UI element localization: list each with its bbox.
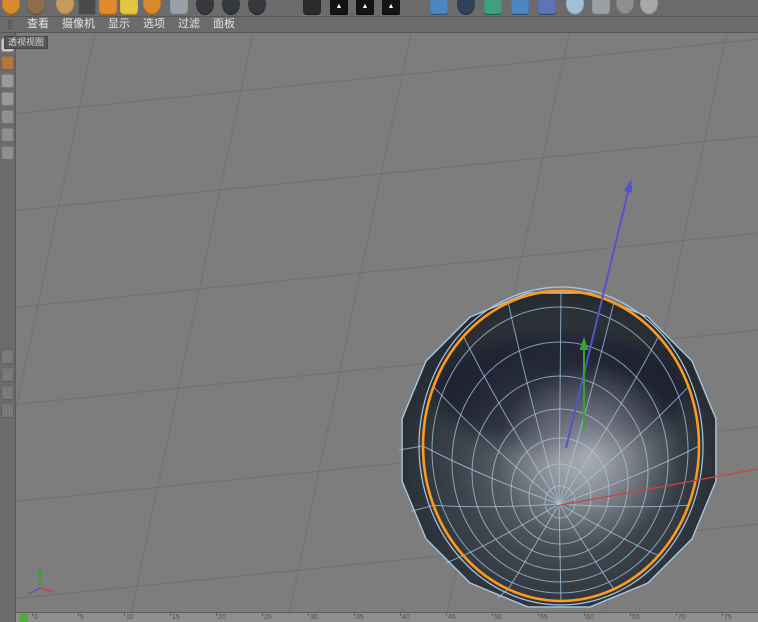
timeline-ruler[interactable]: 0 5 10 15 20 25 30 35 40 45 50 55 60 65 70 75 — [16, 612, 758, 622]
timeline-tick: 15 — [172, 614, 180, 622]
workplane-snap-icon[interactable] — [1, 404, 14, 418]
timeline-tick: 10 — [126, 614, 134, 622]
polygon-mode-icon[interactable] — [1, 146, 14, 160]
timeline-tick: 30 — [310, 614, 318, 622]
menu-grip-icon[interactable]: ⣿ — [3, 20, 17, 29]
menu-display[interactable]: 显示 — [108, 17, 130, 32]
menu-view[interactable]: 查看 — [27, 17, 49, 32]
timeline-playhead[interactable] — [19, 614, 28, 622]
interactive-render-region-icon[interactable]: ▲ — [330, 0, 348, 15]
timeline-tick: 60 — [586, 614, 594, 622]
material-icon[interactable] — [640, 0, 658, 15]
render-settings-icon[interactable] — [248, 0, 266, 15]
render-view-icon[interactable] — [196, 0, 214, 15]
undo-icon[interactable] — [2, 0, 20, 15]
live-selection-icon[interactable] — [56, 0, 74, 15]
enable-axis-icon[interactable] — [1, 350, 14, 364]
viewport-solo-icon[interactable] — [1, 368, 14, 382]
timeline-tick: 70 — [678, 614, 686, 622]
rotate-tool-icon[interactable] — [120, 0, 138, 15]
render-picture-viewer-icon[interactable] — [222, 0, 240, 15]
menu-camera[interactable]: 摄像机 — [62, 17, 95, 32]
timeline-tick: 20 — [218, 614, 226, 622]
timeline-tick: 0 — [34, 614, 38, 622]
timeline-tick: 45 — [448, 614, 456, 622]
viewport-canvas[interactable] — [16, 33, 758, 612]
deformer-icon[interactable] — [538, 0, 556, 15]
timeline-tick: 35 — [356, 614, 364, 622]
primitive-cube-icon[interactable] — [430, 0, 448, 15]
viewport-label[interactable]: 透视视图 — [4, 36, 48, 49]
timeline-tick: 50 — [494, 614, 502, 622]
workplane-mode-icon[interactable] — [1, 92, 14, 106]
timeline-tick: 40 — [402, 614, 410, 622]
menu-filter[interactable]: 过滤 — [178, 17, 200, 32]
coordinate-system-icon[interactable] — [170, 0, 188, 15]
model-mode-icon[interactable] — [1, 56, 14, 70]
scale-tool-icon[interactable] — [99, 0, 117, 15]
instance-array-icon[interactable] — [511, 0, 529, 15]
timeline-tick: 75 — [724, 614, 732, 622]
texture-mode-icon[interactable] — [1, 74, 14, 88]
timeline-tick: 55 — [540, 614, 548, 622]
camera-icon[interactable] — [592, 0, 610, 15]
render-team-icon[interactable]: ▲ — [356, 0, 374, 15]
redo-icon[interactable] — [27, 0, 45, 15]
environment-icon[interactable] — [566, 0, 584, 15]
render-queue-icon[interactable] — [303, 0, 321, 15]
timeline-tick: 65 — [632, 614, 640, 622]
last-tool-icon[interactable] — [143, 0, 161, 15]
snap-icon[interactable] — [1, 386, 14, 400]
timeline-tick: 25 — [264, 614, 272, 622]
subdivision-surface-icon[interactable] — [484, 0, 502, 15]
perspective-viewport[interactable] — [16, 33, 758, 612]
cinema4d-window: ▲ ▲ ▲ ⣿ 查看摄像机显示选项过滤面板 — [0, 0, 758, 622]
move-tool-icon[interactable] — [78, 0, 96, 15]
edge-mode-icon[interactable] — [1, 128, 14, 142]
top-toolbar: ▲ ▲ ▲ — [0, 0, 758, 17]
timeline-tick: 5 — [80, 614, 84, 622]
menu-options[interactable]: 选项 — [143, 17, 165, 32]
menubar-items: 查看摄像机显示选项过滤面板 — [27, 17, 235, 32]
light-icon[interactable] — [616, 0, 634, 15]
left-toolbar — [0, 33, 16, 622]
point-mode-icon[interactable] — [1, 110, 14, 124]
viewport-menubar: ⣿ 查看摄像机显示选项过滤面板 — [0, 17, 758, 33]
menu-panel[interactable]: 面板 — [213, 17, 235, 32]
render-all-icon[interactable]: ▲ — [382, 0, 400, 15]
spline-pen-icon[interactable] — [457, 0, 475, 15]
